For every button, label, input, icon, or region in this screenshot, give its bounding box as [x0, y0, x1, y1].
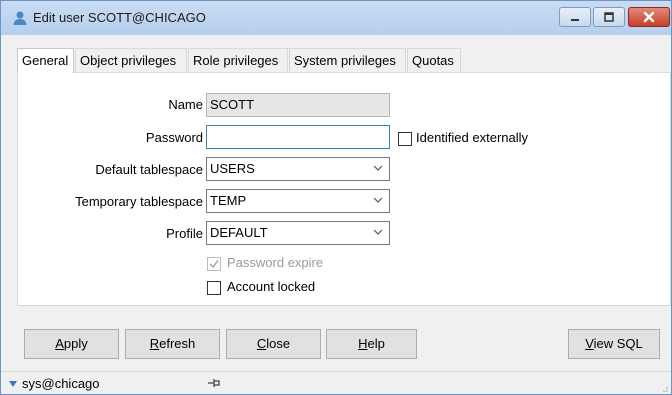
edit-user-window: Edit user SCOTT@CHICAGO General Object p…: [0, 0, 672, 395]
temporary-tablespace-value: TEMP: [210, 193, 247, 208]
close-window-button[interactable]: [628, 7, 670, 27]
help-mnemonic: H: [358, 336, 368, 351]
checkmark-icon: [209, 260, 219, 269]
tab-quotas[interactable]: Quotas: [407, 48, 461, 72]
temporary-tablespace-select[interactable]: TEMP: [206, 189, 390, 213]
password-label: Password: [145, 130, 203, 145]
minimize-button[interactable]: [559, 7, 591, 27]
window-title: Edit user SCOTT@CHICAGO: [33, 10, 206, 25]
refresh-mnemonic: R: [149, 336, 160, 351]
password-expire-label: Password expire: [227, 255, 324, 270]
caret-down-icon: [9, 381, 17, 387]
chevron-down-icon: [373, 229, 383, 235]
profile-label: Profile: [166, 226, 203, 241]
connection-label: sys@chicago: [22, 376, 100, 391]
apply-button[interactable]: Apply: [24, 329, 119, 359]
profile-value: DEFAULT: [210, 225, 268, 240]
password-expire-checkbox[interactable]: [207, 257, 221, 271]
apply-mnemonic: A: [55, 336, 64, 351]
chevron-down-icon: [373, 197, 383, 203]
profile-select[interactable]: DEFAULT: [206, 221, 390, 245]
maximize-icon: [604, 12, 614, 22]
close-button[interactable]: Close: [226, 329, 321, 359]
view-sql-label: iew SQL: [593, 336, 643, 351]
identified-externally-checkbox[interactable]: [398, 132, 412, 146]
refresh-button[interactable]: Refresh: [125, 329, 220, 359]
help-label: elp: [367, 336, 385, 351]
identified-externally-label: Identified externally: [416, 130, 529, 145]
close-icon: [643, 11, 655, 23]
close-label: lose: [266, 336, 291, 351]
account-locked-checkbox[interactable]: [207, 281, 221, 295]
help-button[interactable]: Help: [326, 329, 417, 359]
title-bar[interactable]: Edit user SCOTT@CHICAGO: [1, 1, 671, 35]
name-field: SCOTT: [206, 93, 390, 117]
default-tablespace-value: USERS: [210, 161, 255, 176]
account-locked-label: Account locked: [227, 279, 316, 294]
minimize-icon: [571, 19, 579, 21]
tab-system-privileges[interactable]: System privileges: [289, 48, 406, 72]
resize-grip-icon[interactable]: [660, 384, 668, 392]
tab-object-privileges[interactable]: Object privileges: [75, 48, 187, 72]
tab-general[interactable]: General: [17, 48, 74, 73]
default-tablespace-label: Default tablespace: [95, 162, 203, 177]
view-sql-mnemonic: V: [585, 336, 594, 351]
view-sql-button[interactable]: View SQL: [568, 329, 660, 359]
name-label: Name: [168, 97, 203, 112]
password-input[interactable]: [206, 125, 390, 149]
apply-label: pply: [63, 336, 88, 351]
close-mnemonic: C: [256, 336, 267, 351]
default-tablespace-select[interactable]: USERS: [206, 157, 390, 181]
connection-dropdown[interactable]: sys@chicago: [9, 376, 100, 391]
maximize-button[interactable]: [593, 7, 625, 27]
temporary-tablespace-label: Temporary tablespace: [75, 194, 203, 209]
pin-icon[interactable]: [207, 377, 223, 389]
refresh-label: efresh: [159, 336, 196, 351]
status-bar: sys@chicago: [1, 371, 671, 394]
tab-role-privileges[interactable]: Role privileges: [188, 48, 288, 72]
chevron-down-icon: [373, 165, 383, 171]
user-icon: [13, 11, 27, 25]
